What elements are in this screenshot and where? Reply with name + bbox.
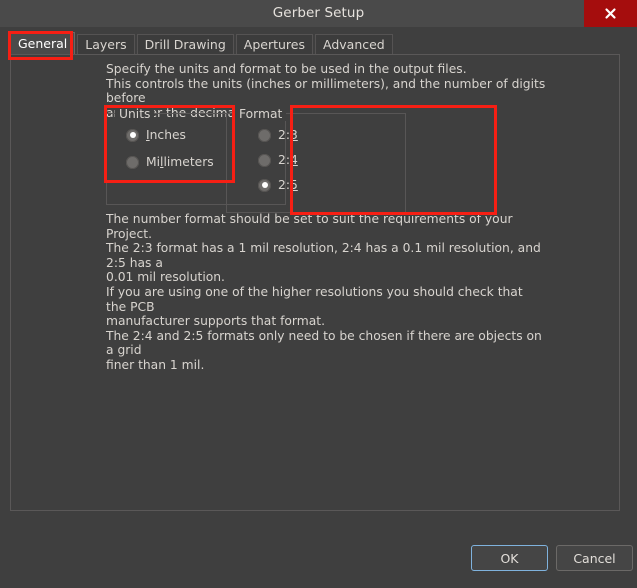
dialog-footer: OK Cancel (0, 518, 637, 588)
units-group-title: Units (115, 107, 154, 121)
radio-label-2-5: 2:5 (278, 178, 298, 192)
radio-indicator-millimeters (126, 156, 139, 169)
radio-indicator-2-3 (258, 129, 271, 142)
cancel-button[interactable]: Cancel (556, 545, 633, 571)
radio-format-2-4[interactable]: 2:4 (258, 153, 298, 167)
tab-layers[interactable]: Layers (77, 34, 134, 55)
radio-indicator-inches (126, 129, 139, 142)
radio-label-inches: Inches (146, 128, 186, 142)
intro-description: Specify the units and format to be used … (106, 62, 546, 120)
radio-label-2-4: 2:4 (278, 153, 298, 167)
radio-indicator-2-4 (258, 154, 271, 167)
format-notes: The number format should be set to suit … (106, 212, 546, 373)
close-button[interactable] (584, 0, 637, 27)
tab-general[interactable]: General (10, 32, 75, 55)
format-group: Format 2:3 2:4 2:5 (226, 113, 406, 213)
close-icon (604, 7, 617, 20)
ok-button[interactable]: OK (471, 545, 548, 571)
radio-indicator-2-5 (258, 179, 271, 192)
radio-format-2-5[interactable]: 2:5 (258, 178, 298, 192)
radio-units-millimeters[interactable]: Millimeters (126, 155, 214, 169)
tab-apertures[interactable]: Apertures (236, 34, 313, 55)
title-bar: Gerber Setup (0, 0, 637, 27)
tab-bar: General Layers Drill Drawing Apertures A… (10, 33, 395, 55)
radio-label-2-3: 2:3 (278, 128, 298, 142)
general-tab-panel: Specify the units and format to be used … (10, 54, 620, 511)
tab-drill-drawing[interactable]: Drill Drawing (137, 34, 234, 55)
window-title: Gerber Setup (0, 0, 637, 27)
radio-units-inches[interactable]: Inches (126, 128, 186, 142)
radio-format-2-3[interactable]: 2:3 (258, 128, 298, 142)
format-group-title: Format (235, 107, 286, 121)
radio-label-millimeters: Millimeters (146, 155, 214, 169)
tab-advanced[interactable]: Advanced (315, 34, 393, 55)
